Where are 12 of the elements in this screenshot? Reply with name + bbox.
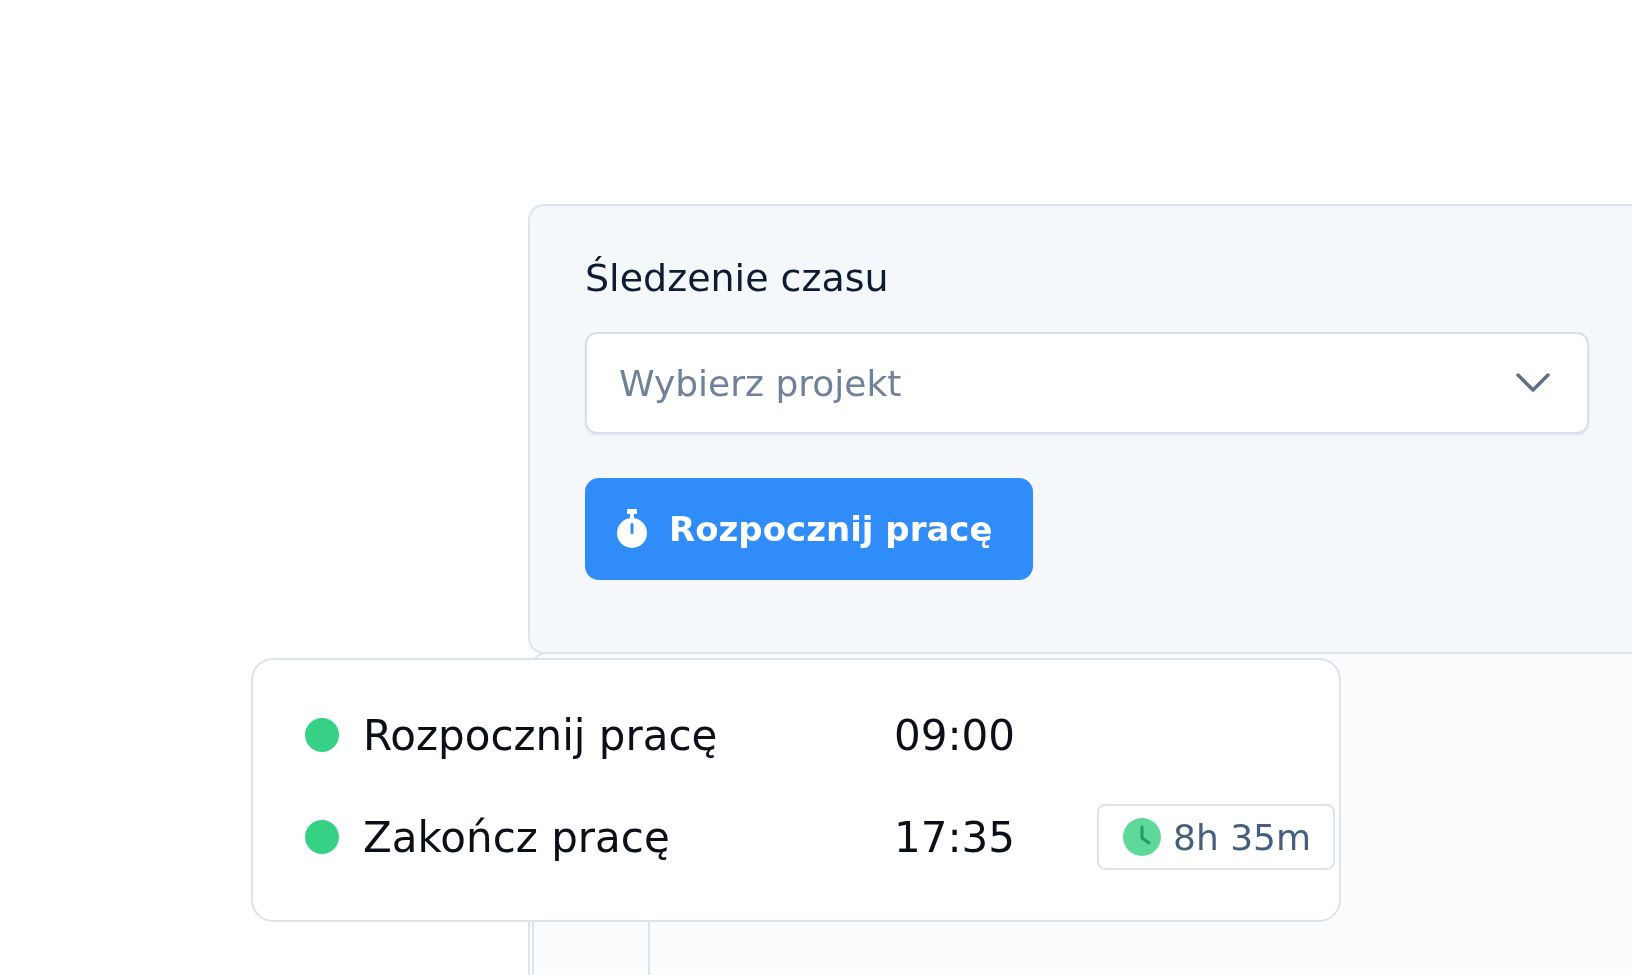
select-placeholder: Wybierz projekt <box>619 362 902 404</box>
duration-text: 8h 35m <box>1173 816 1312 858</box>
event-time: 09:00 <box>892 710 1015 760</box>
chevron-down-icon <box>1515 372 1551 394</box>
project-select[interactable]: Wybierz projekt <box>585 332 1589 434</box>
event-label: Rozpocznij pracę <box>363 710 719 760</box>
clock-icon <box>1123 818 1161 856</box>
start-work-button[interactable]: Rozpocznij pracę <box>585 478 1033 580</box>
event-label: Zakończ pracę <box>363 812 671 862</box>
event-time: 17:35 <box>892 812 1015 862</box>
panel-title: Śledzenie czasu <box>585 256 890 300</box>
stopwatch-icon <box>615 509 649 549</box>
